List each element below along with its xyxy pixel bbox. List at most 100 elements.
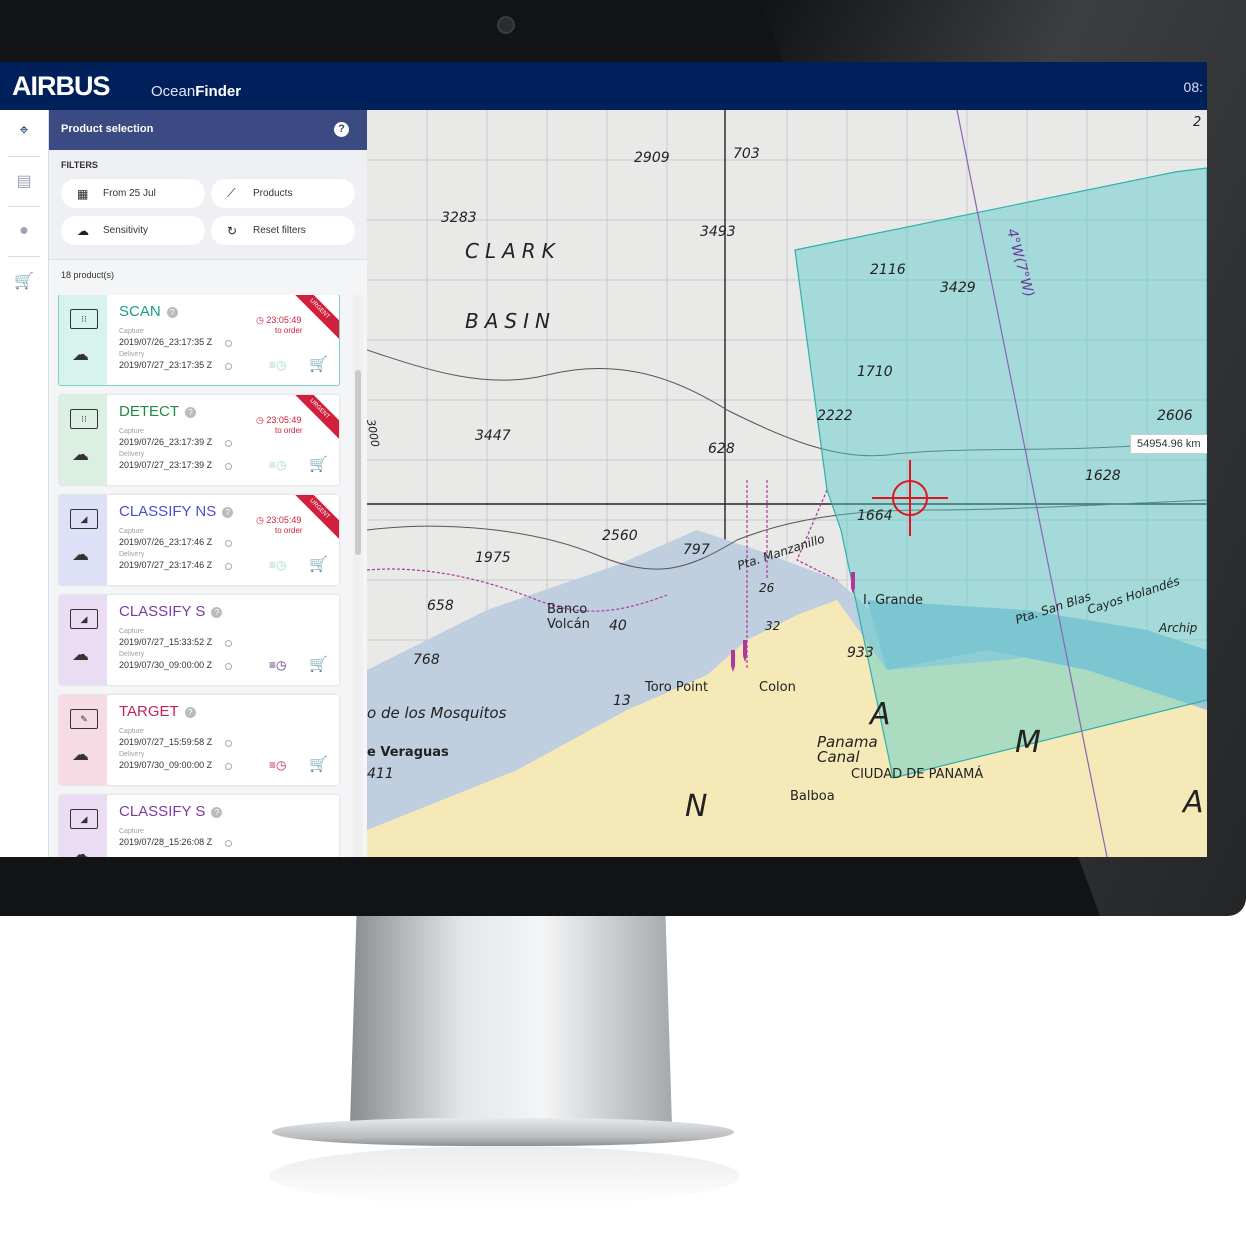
help-icon[interactable]: ? — [334, 122, 349, 137]
place-label: A — [1181, 785, 1204, 820]
sounding-label: 2606 — [1157, 408, 1193, 424]
product-card[interactable]: ✎ ☁ TARGET? Capture 2019/07/27_15:59:58 Z Del… — [59, 695, 339, 785]
timeline-dot — [225, 440, 232, 447]
product-name: TARGET? — [119, 703, 196, 720]
timeline-dot — [225, 840, 232, 847]
cloud-off-icon: ☁ — [72, 845, 89, 857]
nav-location-button[interactable]: ● — [9, 216, 39, 246]
schedule-icon[interactable]: ≡◷ — [269, 558, 286, 572]
schedule-icon[interactable]: ≡◷ — [269, 758, 286, 772]
place-label: 3000 — [367, 418, 382, 448]
scroll-thumb[interactable] — [355, 370, 361, 555]
add-to-cart-button[interactable]: 🛒 — [309, 455, 328, 473]
nautical-map[interactable]: 2909 703 3283 3493 2116 3429 1710 2222 2606 3447 6… — [367, 110, 1207, 857]
product-type-icon: ◢ — [70, 809, 98, 829]
product-name-text: TARGET — [119, 703, 179, 720]
capture-time: 2019/07/26_23:17:46 Z — [119, 537, 213, 547]
map-canvas: 2909 703 3283 3493 2116 3429 1710 2222 2606 3447 6… — [367, 110, 1207, 857]
place-label: M — [1015, 725, 1041, 760]
to-order-label: to order — [275, 426, 303, 435]
product-type-icon: ⁝⁝ — [70, 309, 98, 329]
to-order-label: to order — [275, 326, 303, 335]
sounding-label: 3429 — [940, 280, 976, 296]
add-to-cart-button[interactable]: 🛒 — [309, 755, 328, 773]
product-list[interactable]: ⁝⁝ ☁ SCAN? Capture 2019/07/26_23:17:35 Z Deli… — [57, 295, 353, 857]
list-scrollbar[interactable] — [353, 295, 363, 857]
countdown-value: 23:05:49 — [266, 415, 302, 425]
help-icon[interactable]: ? — [211, 606, 223, 618]
place-label: Archip — [1158, 621, 1198, 635]
product-name: CLASSIFY S? — [119, 803, 223, 820]
sounding-label: 13 — [613, 693, 631, 709]
chip-label: Products — [253, 188, 293, 199]
product-name: SCAN? — [119, 303, 178, 320]
chip-label: Reset filters — [253, 225, 306, 236]
capture-label: Capture — [119, 528, 144, 535]
sounding-label: 3283 — [441, 210, 477, 226]
help-icon[interactable]: ? — [185, 406, 196, 418]
place-label: N — [685, 789, 707, 824]
location-pin-icon: ● — [19, 222, 29, 239]
schedule-icon[interactable]: ≡◷ — [269, 458, 286, 472]
sounding-label: 703 — [733, 146, 760, 162]
add-to-cart-button[interactable]: 🛒 — [309, 655, 328, 673]
product-card[interactable]: ◢ ☁ CLASSIFY S? Capture 2019/07/28_15:26:08 … — [59, 795, 339, 857]
sounding-label: 1664 — [857, 508, 893, 524]
place-label: Balboa — [790, 789, 835, 804]
cloud-off-icon: ☁ — [72, 445, 89, 464]
product-name-text: CLASSIFY S — [119, 803, 206, 820]
timeline-dot — [225, 563, 232, 570]
product-name: DETECT? — [119, 403, 196, 420]
delivery-label: Delivery — [119, 551, 145, 558]
sounding-label: 3447 — [475, 428, 511, 444]
delivery-label: Delivery — [119, 451, 145, 458]
calendar-icon: ▦ — [77, 186, 89, 201]
help-icon[interactable]: ? — [211, 806, 223, 818]
monitor-bezel: AIRBUS OceanFinder 08: ⌖ ▤ ● 🛒 Product s… — [0, 0, 1246, 916]
order-countdown: ◷ 23:05:49 — [256, 315, 302, 325]
product-card[interactable]: ◢ ☁ CLASSIFY NS? Capture 2019/07/26_23:17:46… — [59, 495, 339, 585]
products-filter-chip[interactable]: ⟋ Products — [211, 179, 355, 208]
monitor-stand-reflection — [270, 1146, 740, 1206]
product-type-icon: ◢ — [70, 609, 98, 629]
nav-target-button[interactable]: ⌖ — [9, 116, 39, 146]
place-label: BASIN — [465, 309, 556, 333]
webcam — [497, 16, 515, 34]
sounding-label: 32 — [765, 619, 780, 633]
add-to-cart-button[interactable]: 🛒 — [309, 355, 328, 373]
capture-time: 2019/07/26_23:17:39 Z — [119, 437, 213, 447]
place-label: Banco — [547, 602, 587, 617]
sounding-label: 933 — [847, 645, 874, 661]
cloud-off-icon: ☁ — [72, 545, 89, 564]
help-icon[interactable]: ? — [222, 506, 234, 518]
satellite-icon: ⟋ — [227, 186, 236, 200]
timeline-dot — [225, 340, 232, 347]
countdown-value: 23:05:49 — [266, 515, 302, 525]
capture-time: 2019/07/27_15:33:52 Z — [119, 637, 213, 647]
schedule-icon[interactable]: ≡◷ — [269, 358, 286, 372]
timeline-dot — [225, 663, 232, 670]
product-name: CLASSIFY NS? — [119, 503, 234, 520]
delivery-label: Delivery — [119, 351, 145, 358]
reset-filters-button[interactable]: ↻ Reset filters — [211, 216, 355, 245]
product-card[interactable]: ⁝⁝ ☁ DETECT? Capture 2019/07/26_23:17:39 Z De… — [59, 395, 339, 485]
card-side: ◢ ☁ — [59, 595, 107, 685]
product-card[interactable]: ⁝⁝ ☁ SCAN? Capture 2019/07/26_23:17:35 Z Deli… — [58, 295, 340, 386]
schedule-icon[interactable]: ≡◷ — [269, 658, 286, 672]
product-card[interactable]: ◢ ☁ CLASSIFY S? Capture 2019/07/27_15:33:52 … — [59, 595, 339, 685]
help-icon[interactable]: ? — [184, 706, 196, 718]
timeline-dot — [225, 640, 232, 647]
timeline-dot — [225, 763, 232, 770]
help-icon[interactable]: ? — [166, 306, 178, 318]
nav-cart-button[interactable]: 🛒 — [9, 266, 39, 296]
cloud-off-icon: ☁ — [72, 745, 89, 764]
product-type-icon: ✎ — [70, 709, 98, 729]
chip-label: Sensitivity — [103, 225, 149, 236]
date-filter-chip[interactable]: ▦ From 25 Jul — [61, 179, 205, 208]
nav-document-button[interactable]: ▤ — [9, 166, 39, 196]
place-label: 2 — [1193, 115, 1201, 130]
add-to-cart-button[interactable]: 🛒 — [309, 555, 328, 573]
cloud-icon: ☁ — [77, 223, 89, 238]
sensitivity-filter-chip[interactable]: ☁ Sensitivity — [61, 216, 205, 245]
order-countdown: ◷ 23:05:49 — [256, 415, 302, 425]
